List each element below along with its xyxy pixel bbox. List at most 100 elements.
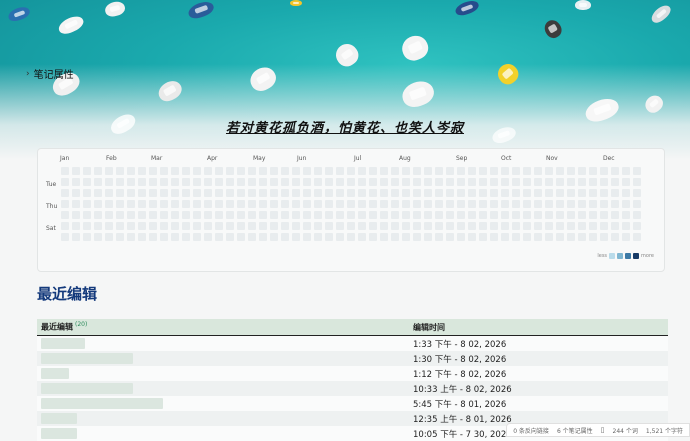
properties-count[interactable]: 6 个笔记属性	[557, 426, 593, 435]
heatmap-cell	[589, 200, 597, 208]
heatmap-cell	[182, 189, 190, 197]
heatmap-cell	[512, 233, 520, 241]
heatmap-cell	[600, 233, 608, 241]
table-row[interactable]: 1:30 下午 - 8 02, 2026	[37, 351, 668, 366]
heatmap-cell	[578, 233, 586, 241]
heatmap-cell	[94, 178, 102, 186]
col-edit-time-header[interactable]: 编辑时间	[409, 322, 445, 333]
heatmap-cell	[545, 178, 553, 186]
backlinks-count[interactable]: 0 条反向链接	[513, 426, 549, 435]
heatmap-cell	[600, 189, 608, 197]
heatmap-cell	[314, 211, 322, 219]
heatmap-month-label: Nov	[546, 155, 558, 162]
heatmap-cell	[435, 211, 443, 219]
heatmap-cell	[413, 167, 421, 175]
heatmap-cell	[336, 178, 344, 186]
heatmap-cell	[171, 167, 179, 175]
table-row[interactable]: 1:12 下午 - 8 02, 2026	[37, 366, 668, 381]
heatmap-cell	[138, 211, 146, 219]
heatmap-cell	[270, 233, 278, 241]
note-link[interactable]	[37, 366, 409, 381]
heatmap-cell	[259, 167, 267, 175]
heatmap-cell	[193, 189, 201, 197]
table-row[interactable]: 5:45 下午 - 8 01, 2026	[37, 396, 668, 411]
heatmap-cell	[567, 211, 575, 219]
heatmap-cell	[523, 189, 531, 197]
heatmap-cell	[600, 222, 608, 230]
note-link[interactable]	[37, 396, 409, 411]
heatmap-cell	[578, 211, 586, 219]
heatmap-cell	[281, 167, 289, 175]
heatmap-cell	[578, 178, 586, 186]
heatmap-cell	[72, 211, 80, 219]
heatmap-cell	[193, 222, 201, 230]
heatmap-cell	[600, 167, 608, 175]
note-link[interactable]	[37, 351, 409, 366]
heatmap-cell	[215, 211, 223, 219]
heatmap-cell	[457, 189, 465, 197]
heatmap-cell	[138, 167, 146, 175]
heatmap-cell	[127, 211, 135, 219]
heatmap-cell	[611, 178, 619, 186]
heatmap-cell	[292, 178, 300, 186]
legend-swatch	[625, 253, 632, 259]
heatmap-cell	[391, 200, 399, 208]
table-row[interactable]: 10:33 上午 - 8 02, 2026	[37, 381, 668, 396]
heatmap-cell	[116, 222, 124, 230]
properties-toggle[interactable]: › 笔记属性	[26, 66, 74, 82]
heatmap-cell	[314, 189, 322, 197]
word-count: 244 个词	[612, 427, 638, 435]
heatmap-cell	[336, 211, 344, 219]
heatmap-cell	[446, 233, 454, 241]
heatmap-cell	[138, 189, 146, 197]
heatmap-weekday-label: Thu	[46, 203, 58, 210]
heatmap-cell	[479, 211, 487, 219]
heatmap-cell	[578, 200, 586, 208]
note-link[interactable]	[37, 381, 409, 396]
heatmap-cell	[600, 200, 608, 208]
heatmap-cell	[534, 189, 542, 197]
heatmap-cell	[83, 167, 91, 175]
heatmap-cell	[600, 178, 608, 186]
heatmap-cell	[116, 200, 124, 208]
redacted-title	[41, 383, 133, 394]
col-recent-edits-header[interactable]: 最近编辑 (20)	[37, 321, 409, 333]
heatmap-cell	[182, 222, 190, 230]
heatmap-cell	[413, 222, 421, 230]
heatmap-cell	[556, 167, 564, 175]
heatmap-weekday-label: Tue	[46, 181, 57, 188]
heatmap-cell	[292, 211, 300, 219]
heatmap-month-label: May	[253, 155, 266, 162]
heatmap-cell	[622, 222, 630, 230]
note-link[interactable]	[37, 426, 409, 441]
heatmap-cell	[270, 167, 278, 175]
note-link[interactable]	[37, 336, 409, 351]
heatmap-cell	[402, 167, 410, 175]
note-link[interactable]	[37, 411, 409, 426]
heatmap-cell	[501, 211, 509, 219]
heatmap-cell	[567, 189, 575, 197]
table-row[interactable]: 1:33 下午 - 8 02, 2026	[37, 336, 668, 351]
book-icon[interactable]: ▯	[601, 426, 605, 434]
heatmap-cell	[336, 233, 344, 241]
heatmap-cell	[468, 200, 476, 208]
heatmap-cell	[182, 211, 190, 219]
heatmap-cell	[83, 222, 91, 230]
heatmap-cell	[622, 167, 630, 175]
heatmap-cell	[160, 167, 168, 175]
heatmap-cell	[534, 233, 542, 241]
heatmap-cell	[479, 167, 487, 175]
heatmap-cell	[105, 189, 113, 197]
heatmap-cell	[479, 178, 487, 186]
heatmap-cell	[611, 222, 619, 230]
heatmap-cell	[369, 200, 377, 208]
edit-time: 1:30 下午 - 8 02, 2026	[413, 354, 507, 365]
heatmap-cell	[424, 211, 432, 219]
heatmap-cell	[424, 200, 432, 208]
heatmap-cell	[336, 200, 344, 208]
heatmap-cell	[534, 211, 542, 219]
heatmap-cell	[292, 189, 300, 197]
heatmap-cell	[105, 211, 113, 219]
heatmap-cell	[512, 211, 520, 219]
legend-less-label: less	[597, 253, 608, 259]
